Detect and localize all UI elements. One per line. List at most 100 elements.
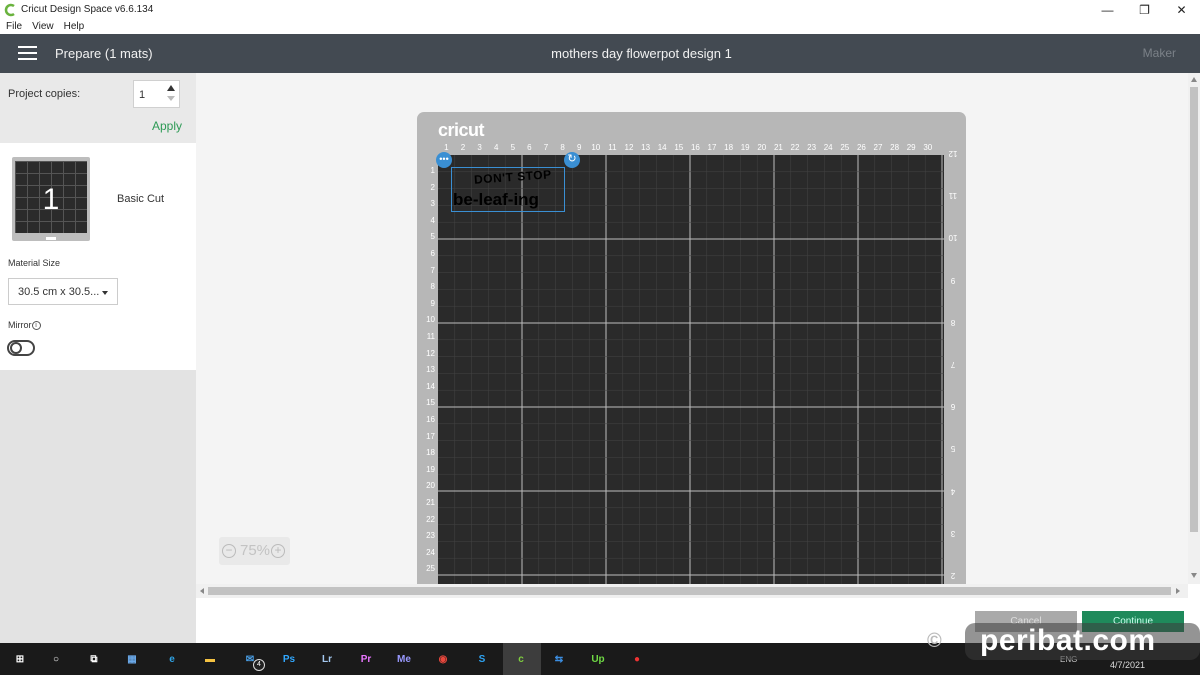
ruler-top-label: 4 (493, 143, 499, 152)
mirror-label: Mirror i (8, 320, 41, 331)
ruler-left-label: 9 (430, 298, 435, 308)
mat-number: 1 (42, 183, 60, 216)
mat-brand-logo: cricut (438, 120, 485, 140)
footer-left-filler (0, 598, 196, 643)
calculator-icon[interactable]: ▦ (121, 648, 143, 670)
menu-file[interactable]: File (6, 21, 22, 32)
ruler-top-label: 3 (477, 143, 482, 152)
more-options-handle-icon[interactable]: ••• (436, 152, 452, 168)
ruler-left-label: 23 (426, 531, 435, 541)
ruler-top-label: 11 (608, 143, 617, 152)
premiere-icon[interactable]: Pr (355, 648, 377, 670)
cricut-icon[interactable]: c (510, 648, 532, 670)
decrement-arrow-icon[interactable] (167, 96, 175, 101)
ruler-top-label: 5 (510, 143, 516, 152)
project-copies-value[interactable]: 1 (139, 89, 145, 101)
watermark-logo-icon: © (927, 630, 942, 652)
app-title: Cricut Design Space v6.6.134 (21, 4, 154, 15)
ruler-right-label: 8 (950, 317, 956, 327)
design-selection-box[interactable]: DON'T STOP be-leaf-ing (451, 167, 565, 212)
ruler-right-label: 10 (948, 233, 958, 243)
design-text-line2: be-leaf-ing (453, 190, 539, 209)
mirror-label-text: Mirror (8, 320, 32, 330)
teamviewer-icon[interactable]: ⇆ (548, 648, 570, 670)
lightroom-icon[interactable]: Lr (316, 648, 338, 670)
horizontal-scroll-thumb[interactable] (208, 587, 1171, 595)
mat-preview-canvas[interactable]: cricut DON'T STOP be-leaf-ing ••• ↻ 1234… (196, 73, 1188, 584)
toggle-knob (10, 342, 22, 354)
close-icon[interactable]: ✕ (1163, 0, 1200, 19)
project-copies-stepper[interactable]: 1 (133, 80, 180, 108)
ruler-top-label: 29 (906, 143, 916, 152)
ruler-top-label: 23 (807, 143, 817, 152)
horizontal-scrollbar[interactable] (196, 584, 1188, 598)
watermark: © peribat.com (925, 618, 1200, 663)
ruler-top-label: 26 (856, 143, 866, 152)
skype-icon[interactable]: S (471, 648, 493, 670)
zoom-in-icon[interactable]: + (271, 544, 285, 558)
ruler-left-label: 4 (430, 215, 435, 225)
menu-bar: File View Help (0, 19, 1200, 34)
cutting-mat: cricut DON'T STOP be-leaf-ing ••• ↻ 1234… (417, 112, 966, 584)
watermark-text: peribat.com (980, 624, 1156, 657)
media-encoder-icon[interactable]: Me (393, 648, 415, 670)
ruler-left-label: 10 (426, 315, 435, 325)
ruler-top-label: 20 (757, 143, 767, 152)
ruler-top-label: 24 (823, 143, 833, 152)
ruler-left-label: 12 (426, 348, 435, 358)
zoom-out-icon[interactable]: − (222, 544, 236, 558)
ruler-top-label: 22 (790, 143, 800, 152)
mat-thumbnail[interactable]: 1 (12, 157, 90, 241)
increment-arrow-icon[interactable] (167, 85, 175, 91)
apply-button[interactable]: Apply (152, 119, 182, 133)
search-icon[interactable]: ○ (45, 648, 67, 670)
ruler-right-label: 9 (950, 275, 956, 285)
ruler-top-label: 1 (444, 143, 449, 152)
design-text-line1: DON'T STOP (473, 167, 553, 187)
ruler-top-label: 15 (674, 143, 684, 152)
start-icon[interactable]: ⊞ (9, 648, 31, 670)
ruler-left-label: 24 (426, 547, 435, 557)
menu-view[interactable]: View (32, 21, 54, 32)
document-title: mothers day flowerpot design 1 (551, 46, 732, 61)
ruler-left-label: 13 (426, 365, 435, 375)
vertical-scrollbar[interactable] (1188, 73, 1200, 584)
machine-selector[interactable]: Maker (1143, 46, 1176, 60)
ruler-right-label: 11 (948, 191, 958, 201)
edge-icon[interactable]: e (161, 648, 183, 670)
ruler-right-label: 7 (950, 360, 956, 369)
minimize-icon[interactable]: — (1089, 0, 1126, 19)
zoom-level: 75% (240, 542, 271, 559)
ruler-right-label: 4 (950, 486, 956, 496)
material-size-dropdown[interactable]: 30.5 cm x 30.5... (8, 278, 118, 305)
mirror-toggle[interactable] (7, 340, 35, 356)
ruler-top-label: 13 (641, 143, 651, 152)
ruler-left-label: 14 (426, 381, 435, 391)
scroll-right-icon[interactable] (1176, 588, 1180, 594)
ruler-top-label: 8 (560, 143, 565, 152)
scroll-left-icon[interactable] (200, 588, 204, 594)
scroll-down-icon[interactable] (1191, 573, 1197, 578)
mat-grid (438, 155, 944, 584)
ruler-top-label: 25 (840, 143, 850, 152)
ruler-top-label: 18 (724, 143, 734, 152)
prepare-header: Prepare (1 mats) mothers day flowerpot d… (0, 34, 1200, 73)
rotate-handle-icon[interactable]: ↻ (564, 152, 580, 168)
record-icon[interactable]: ● (626, 648, 648, 670)
maximize-icon[interactable]: ❐ (1126, 0, 1163, 19)
ruler-top-label: 21 (773, 143, 783, 152)
upwork-icon[interactable]: Up (587, 648, 609, 670)
chrome-icon[interactable]: ◉ (432, 648, 454, 670)
ruler-top-label: 28 (890, 143, 900, 152)
scroll-up-icon[interactable] (1191, 77, 1197, 82)
ruler-left-label: 16 (426, 415, 435, 424)
ruler-left-label: 20 (426, 481, 435, 491)
file-explorer-icon[interactable]: ▬ (199, 648, 221, 670)
task-view-icon[interactable]: ⧉ (83, 648, 105, 670)
photoshop-icon[interactable]: Ps (278, 648, 300, 670)
info-icon[interactable]: i (31, 321, 41, 331)
window-controls: — ❐ ✕ (1089, 0, 1200, 19)
menu-help[interactable]: Help (64, 21, 85, 32)
vertical-scroll-thumb[interactable] (1190, 87, 1198, 532)
material-size-label: Material Size (8, 258, 61, 268)
